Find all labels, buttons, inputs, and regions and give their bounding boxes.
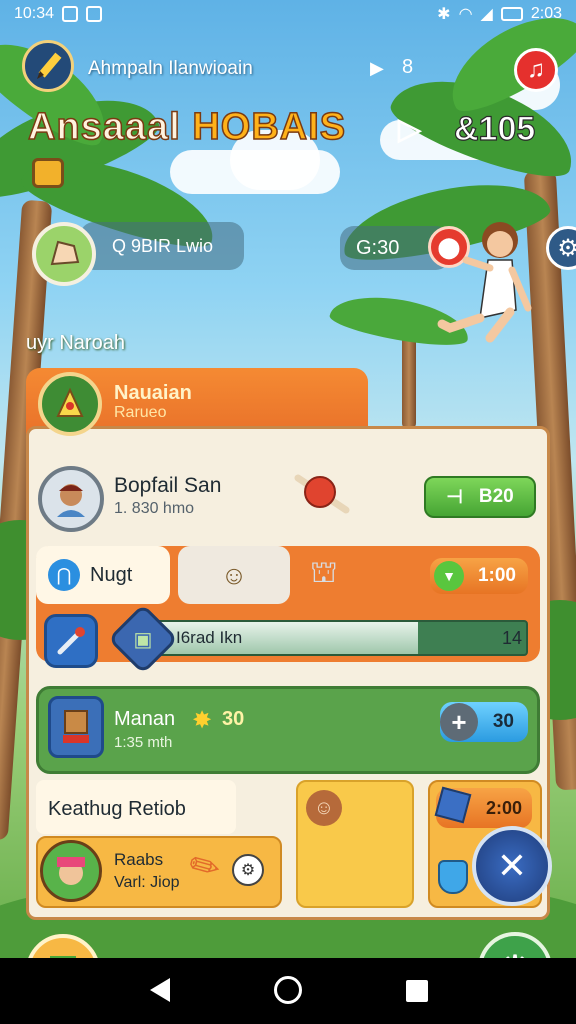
tab-nugt[interactable]: ⋂ Nugt — [36, 546, 170, 604]
music-icon[interactable]: ♫ — [514, 48, 558, 92]
ring-icon[interactable]: 8 — [402, 56, 413, 79]
mission-name: Manan — [114, 708, 176, 730]
status-time: 10:34 — [14, 5, 55, 22]
meat-icon — [292, 470, 352, 516]
progress-value: 14 — [502, 628, 523, 648]
event-name: Raabs — [114, 850, 164, 869]
navigation-bar — [0, 958, 576, 1024]
treasure-icon[interactable] — [32, 158, 64, 188]
panel-title: Nauaian — [114, 382, 192, 404]
character-illustration — [430, 220, 540, 350]
event-title: Keathug Retiob — [48, 798, 186, 820]
reward-button[interactable]: ▼ 1:00 — [430, 558, 528, 594]
bluetooth-icon: ✱ — [437, 6, 451, 23]
home-icon[interactable] — [274, 976, 302, 1004]
mission-add-button[interactable]: + 30 — [440, 702, 528, 742]
chair-icon: ⛫ — [310, 556, 338, 589]
profile-action-button[interactable]: ⊣ B20 — [424, 476, 536, 518]
mission-points: 30 — [222, 708, 245, 730]
boost-icon: ⊣ — [446, 486, 463, 508]
score-value: &105 — [453, 109, 536, 148]
timer-text: G:30 — [356, 236, 400, 259]
game-title: Ansaaal HOBAIS — [27, 105, 347, 149]
panel-subtitle: Rarueo — [114, 404, 167, 421]
character-token-icon: ☺ — [220, 559, 248, 590]
play-outline-icon[interactable]: ▷ — [398, 112, 421, 147]
profile-detail: 1. 830 hmo — [114, 500, 195, 517]
player-avatar[interactable] — [32, 222, 96, 286]
section-label: uyr Naroah — [26, 332, 125, 354]
event-avatar[interactable] — [40, 840, 102, 902]
event-detail: Varl: Jiop — [114, 874, 180, 891]
gem-icon: ▼ — [434, 561, 464, 591]
shop-price: 2:00 — [485, 797, 522, 818]
tile-avatar: ☺ — [306, 790, 342, 826]
diamond-icon — [438, 860, 468, 894]
mission-button-label: 30 — [492, 711, 514, 732]
status-right-time: 2:03 — [530, 5, 562, 22]
tab-character[interactable]: ☺ — [178, 546, 290, 604]
mission-chest-icon[interactable] — [48, 696, 104, 758]
status-bar: 10:34 ✱ ◠ ◢ 2:03 — [0, 0, 576, 28]
shield-icon: ⋂ — [48, 559, 80, 591]
tools-icon[interactable]: ✕ — [472, 826, 552, 906]
plus-icon: + — [440, 703, 478, 741]
tab-nugt-label: Nugt — [90, 563, 133, 586]
gear-badge-icon[interactable]: ⚙ — [232, 854, 264, 886]
notification-icon — [62, 6, 79, 22]
player-pill[interactable]: Q 9BIR Lwio — [80, 222, 244, 270]
panel-badge-icon[interactable] — [38, 372, 102, 436]
profile-action-label: B20 — [478, 486, 514, 507]
mission-detail: 1:35 mth — [114, 734, 173, 751]
profile-avatar[interactable] — [38, 466, 104, 532]
pencil-icon[interactable] — [22, 40, 74, 92]
header-subtitle: Ahmpaln Ilanwioain — [88, 58, 253, 79]
progress-label: I6rad Ikn — [176, 628, 243, 647]
notification-icon — [86, 6, 103, 22]
reward-label: 1:00 — [477, 565, 516, 586]
star-icon: ✸ — [192, 707, 213, 734]
battery-icon — [500, 7, 523, 21]
profile-name: Bopfail San — [114, 474, 222, 497]
spear-icon[interactable] — [44, 614, 98, 668]
signal-icon: ◢ — [480, 6, 493, 23]
play-icon[interactable]: ▶ — [370, 58, 384, 79]
player-pill-text: Q 9BIR Lwio — [112, 235, 214, 256]
recents-icon[interactable] — [406, 980, 428, 1002]
wifi-icon: ◠ — [458, 6, 473, 23]
back-icon[interactable] — [150, 978, 170, 1002]
